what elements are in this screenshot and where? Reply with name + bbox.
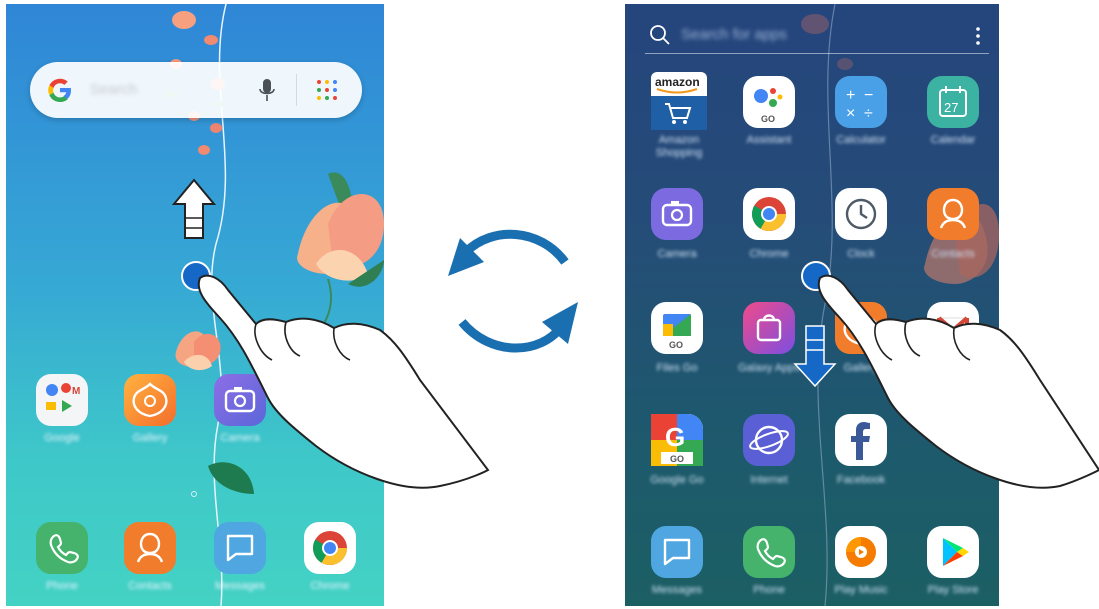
- home-screen[interactable]: Search M Google Gallery Camera Phone Con…: [6, 4, 384, 606]
- app-label: Play Music: [834, 584, 888, 596]
- home-app-label: Gallery: [132, 432, 168, 444]
- google-go-icon[interactable]: G GO: [651, 414, 703, 466]
- app-label: Internet: [750, 474, 788, 486]
- mic-icon[interactable]: [259, 77, 275, 103]
- contacts-icon[interactable]: [124, 522, 176, 574]
- gmail-icon[interactable]: [927, 302, 979, 354]
- app-label: Files Go: [656, 362, 698, 374]
- dock-app-label: Chrome: [310, 580, 350, 592]
- amazon-wordmark: amazon: [655, 75, 700, 89]
- svg-text:÷: ÷: [864, 105, 873, 122]
- calculator-icon[interactable]: + − × ÷: [835, 76, 887, 128]
- home-app-row: M Google Gallery Camera: [6, 374, 384, 444]
- chrome-icon[interactable]: [743, 188, 795, 240]
- chrome-icon[interactable]: [304, 522, 356, 574]
- wallpaper-leaf: [208, 462, 254, 494]
- home-app-label: Camera: [220, 432, 260, 444]
- app-label: Chrome: [749, 248, 789, 260]
- google-g-icon: [48, 78, 71, 102]
- home-app-label: Google: [44, 432, 80, 444]
- dock-app-label: Messages: [214, 580, 266, 592]
- app-label: Camera: [657, 248, 697, 260]
- app-label: Calculator: [836, 134, 886, 146]
- switch-arrows-icon: [448, 229, 578, 353]
- google-folder-icon[interactable]: M: [36, 374, 88, 426]
- facebook-icon[interactable]: [835, 414, 887, 466]
- app-label: Gmail: [938, 362, 968, 374]
- app-search-placeholder: Search for apps: [681, 26, 787, 43]
- internet-icon[interactable]: [743, 414, 795, 466]
- calendar-icon[interactable]: 27: [927, 76, 979, 128]
- galaxy-apps-icon[interactable]: [743, 302, 795, 354]
- messages-icon[interactable]: [651, 526, 703, 578]
- apps-grid-icon[interactable]: [315, 78, 339, 102]
- app-search-bar[interactable]: Search for apps: [645, 18, 989, 54]
- assistant-icon[interactable]: GO: [743, 76, 795, 128]
- gallery-icon[interactable]: [835, 302, 887, 354]
- search-icon: [650, 25, 670, 45]
- search-placeholder: Search: [90, 81, 138, 98]
- app-label: Phone: [753, 584, 785, 596]
- app-label: Google Go: [650, 474, 704, 486]
- dock-app-label: Phone: [46, 580, 78, 592]
- clock-icon[interactable]: [835, 188, 887, 240]
- app-label: Assistant: [746, 134, 792, 146]
- app-label: Play Store: [927, 584, 979, 596]
- svg-text:+: +: [846, 87, 855, 104]
- svg-text:M: M: [72, 386, 80, 397]
- more-options-icon[interactable]: [975, 26, 981, 46]
- search-divider: [296, 74, 297, 106]
- app-label: Messages: [651, 584, 703, 596]
- app-label: Calendar: [930, 134, 976, 146]
- apps-screen[interactable]: Search for apps amazon Amazon Shopping G…: [625, 4, 999, 606]
- go-badge: GO: [761, 114, 775, 124]
- play-music-icon[interactable]: [835, 526, 887, 578]
- app-label: Clock: [847, 248, 875, 260]
- wallpaper-small-flower: [175, 331, 221, 371]
- app-label: Amazon Shopping: [655, 134, 703, 159]
- google-search-bar[interactable]: Search: [30, 62, 362, 118]
- gallery-icon[interactable]: [124, 374, 176, 426]
- go-badge: GO: [669, 340, 683, 350]
- camera-icon[interactable]: [214, 374, 266, 426]
- camera-icon[interactable]: [651, 188, 703, 240]
- messages-icon[interactable]: [214, 522, 266, 574]
- contacts-icon[interactable]: [927, 188, 979, 240]
- phone-icon[interactable]: [36, 522, 88, 574]
- app-label: Gallery: [843, 362, 879, 374]
- svg-text:G: G: [665, 422, 685, 452]
- play-store-icon[interactable]: [927, 526, 979, 578]
- phone-icon[interactable]: [743, 526, 795, 578]
- instruction-illustration: Search M Google Gallery Camera Phone Con…: [0, 0, 1099, 609]
- app-label: Contacts: [931, 248, 975, 260]
- calendar-date: 27: [944, 100, 958, 115]
- page-indicator: [191, 491, 197, 497]
- svg-text:−: −: [864, 87, 873, 104]
- files-go-icon[interactable]: GO: [651, 302, 703, 354]
- wallpaper-flower: [297, 172, 384, 344]
- app-label: Galaxy Apps: [738, 362, 800, 374]
- home-dock: Phone Contacts Messages Chrome: [6, 522, 384, 592]
- app-label: Facebook: [836, 474, 886, 486]
- amazon-icon[interactable]: amazon: [651, 72, 707, 130]
- svg-text:×: ×: [846, 105, 855, 122]
- dock-app-label: Contacts: [128, 580, 172, 592]
- go-badge: GO: [670, 454, 684, 464]
